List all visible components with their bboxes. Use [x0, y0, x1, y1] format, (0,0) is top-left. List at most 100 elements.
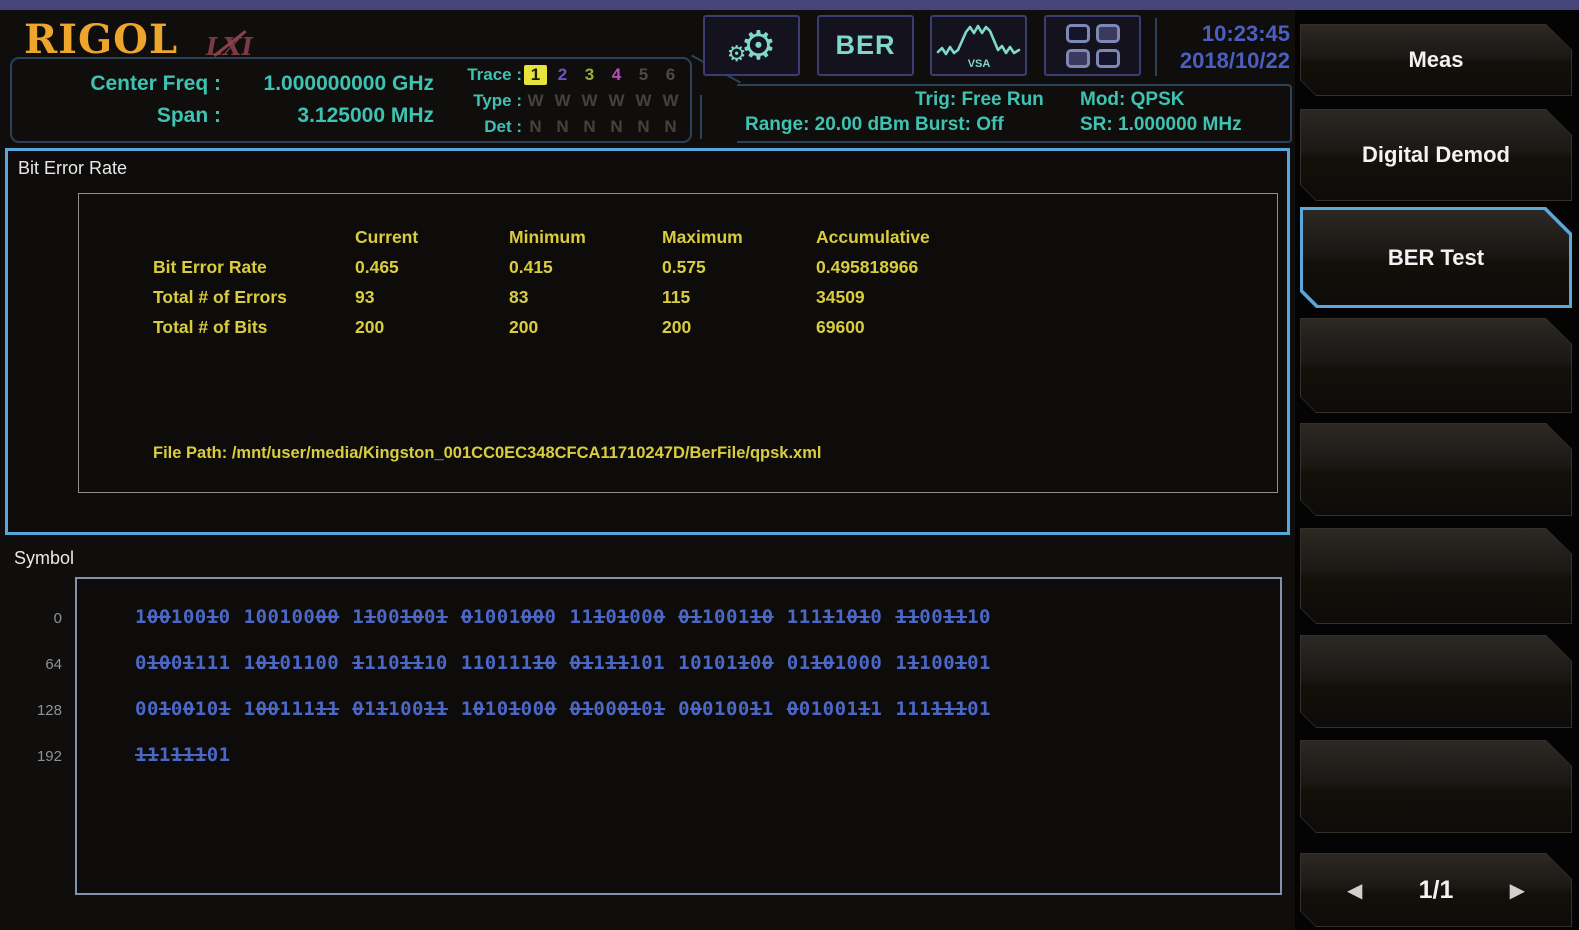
vsa-mode-button[interactable]: VSA [930, 15, 1027, 76]
symbol-bit: 0 [256, 698, 268, 720]
symbol-bit: 0 [219, 606, 231, 628]
mod-status: Mod: QPSK [1080, 89, 1185, 111]
page-prev-button[interactable]: ◀ [1347, 878, 1362, 903]
symbol-bit: 0 [870, 606, 882, 628]
symbol-bit: 0 [303, 606, 315, 628]
symbol-bit: 0 [545, 606, 557, 628]
sidebar-item-meas-face: Meas [1301, 25, 1571, 95]
trace-det-label: Det : [440, 117, 522, 137]
sidebar-item-meas[interactable]: Meas [1300, 24, 1572, 96]
ber-row-label: Total # of Bits [153, 318, 355, 336]
symbol-bit: 0 [726, 606, 738, 628]
symbol-bit: 0 [714, 606, 726, 628]
symbol-bit: 0 [497, 698, 509, 720]
symbol-bit: 1 [799, 652, 811, 674]
symbol-row-index: 192 [0, 744, 62, 765]
symbol-bit: 1 [473, 606, 485, 628]
sidebar-item-empty-8[interactable] [1300, 740, 1572, 833]
ber-mode-label: BER [835, 30, 895, 61]
sidebar-item-ber-test[interactable]: BER Test [1300, 207, 1572, 308]
symbol-bit: 1 [497, 652, 509, 674]
sidebar-item-digital-demod-face: Digital Demod [1301, 110, 1571, 200]
symbol-bit: 0 [485, 652, 497, 674]
sidebar-item-empty-5[interactable] [1300, 423, 1572, 516]
symbol-bit: 0 [388, 652, 400, 674]
trace-status: Trace : 123456 Type : WWWWWW Det : NNNNN… [440, 62, 690, 140]
ber-value: 0.575 [662, 258, 816, 276]
softkey-menu: MeasDigital DemodBER Test◀1/1▶ [1295, 10, 1579, 930]
system-settings-button[interactable]: ⚙ ⚙ [703, 15, 800, 76]
symbol-bit-group: 10010000 [244, 606, 340, 628]
symbol-bit: 1 [593, 606, 605, 628]
display-layout-button[interactable] [1044, 15, 1141, 76]
symbol-bit: 0 [762, 606, 774, 628]
sidebar-item-empty-6[interactable] [1300, 528, 1572, 624]
det-5-indicator: N [630, 117, 657, 137]
symbol-bit-group: 01001000 [461, 606, 557, 628]
symbol-panel-title: Symbol [14, 548, 74, 569]
sidebar-item-empty-8-face [1301, 741, 1571, 832]
symbol-bit: 1 [424, 652, 436, 674]
symbol-bit-group: 10101100 [678, 652, 774, 674]
ber-column-header: Current [355, 228, 509, 246]
symbol-bit: 0 [641, 652, 653, 674]
sidebar-item-empty-7[interactable] [1300, 635, 1572, 728]
sidebar-item-digital-demod[interactable]: Digital Demod [1300, 109, 1572, 201]
symbol-bit: 1 [195, 698, 207, 720]
symbol-bit: 0 [159, 652, 171, 674]
type-6-indicator: W [657, 91, 684, 111]
vsa-waveform-icon: VSA [936, 22, 1022, 70]
symbol-bit: 0 [726, 698, 738, 720]
sidebar-item-empty-4[interactable] [1300, 318, 1572, 413]
symbol-bit: 0 [521, 606, 533, 628]
ber-value: 115 [662, 288, 816, 306]
ber-panel-title: Bit Error Rate [18, 158, 127, 179]
symbol-bit: 1 [581, 698, 593, 720]
symbol-bit: 1 [943, 698, 955, 720]
trace-3-indicator: 3 [576, 65, 603, 85]
symbol-bit: 1 [726, 652, 738, 674]
symbol-bit: 0 [473, 698, 485, 720]
type-5-indicator: W [630, 91, 657, 111]
sr-status: SR: 1.000000 MHz [1080, 114, 1242, 136]
sidebar-item-empty-4-face [1301, 319, 1571, 412]
symbol-bit: 1 [244, 652, 256, 674]
ber-row-label: Bit Error Rate [153, 258, 355, 276]
symbol-bit: 1 [400, 652, 412, 674]
symbol-bit: 1 [509, 606, 521, 628]
symbol-bit: 1 [171, 606, 183, 628]
symbol-bit-group: 10010010 [135, 606, 231, 628]
symbol-bit: 1 [244, 606, 256, 628]
symbol-bit: 1 [376, 698, 388, 720]
symbol-bit: 0 [787, 698, 799, 720]
det-1-indicator: N [522, 117, 549, 137]
symbol-bit: 1 [315, 698, 327, 720]
symbol-bit: 1 [955, 698, 967, 720]
rigol-logo: RIGOL [24, 16, 178, 63]
symbol-bit-group: 11001001 [352, 606, 448, 628]
gear-icon: ⚙ [740, 26, 776, 66]
trace-type-values: WWWWWW [522, 91, 684, 111]
ber-value: 0.415 [509, 258, 662, 276]
symbol-bit: 1 [895, 698, 907, 720]
symbol-bit: 1 [702, 652, 714, 674]
symbol-bit: 1 [895, 606, 907, 628]
symbol-bit: 1 [436, 698, 448, 720]
symbol-bit: 1 [799, 606, 811, 628]
symbol-bit: 1 [653, 652, 665, 674]
type-2-indicator: W [549, 91, 576, 111]
trace-6-indicator: 6 [657, 65, 684, 85]
symbol-bit: 0 [570, 698, 582, 720]
page-next-button[interactable]: ▶ [1510, 878, 1525, 903]
symbol-bit: 1 [690, 606, 702, 628]
frequency-readout: Center Freq : 1.000000000 GHz Span : 3.1… [26, 68, 438, 132]
symbol-bit: 0 [256, 652, 268, 674]
symbol-bit: 0 [327, 606, 339, 628]
symbol-bit-group: 00100101 [135, 698, 231, 720]
symbol-bit: 1 [147, 744, 159, 766]
symbol-bit: 1 [473, 652, 485, 674]
trace-label: Trace : [440, 65, 522, 85]
symbol-bit: 1 [811, 652, 823, 674]
ber-mode-button[interactable]: BER [817, 15, 914, 76]
ber-table-corner [153, 228, 355, 246]
